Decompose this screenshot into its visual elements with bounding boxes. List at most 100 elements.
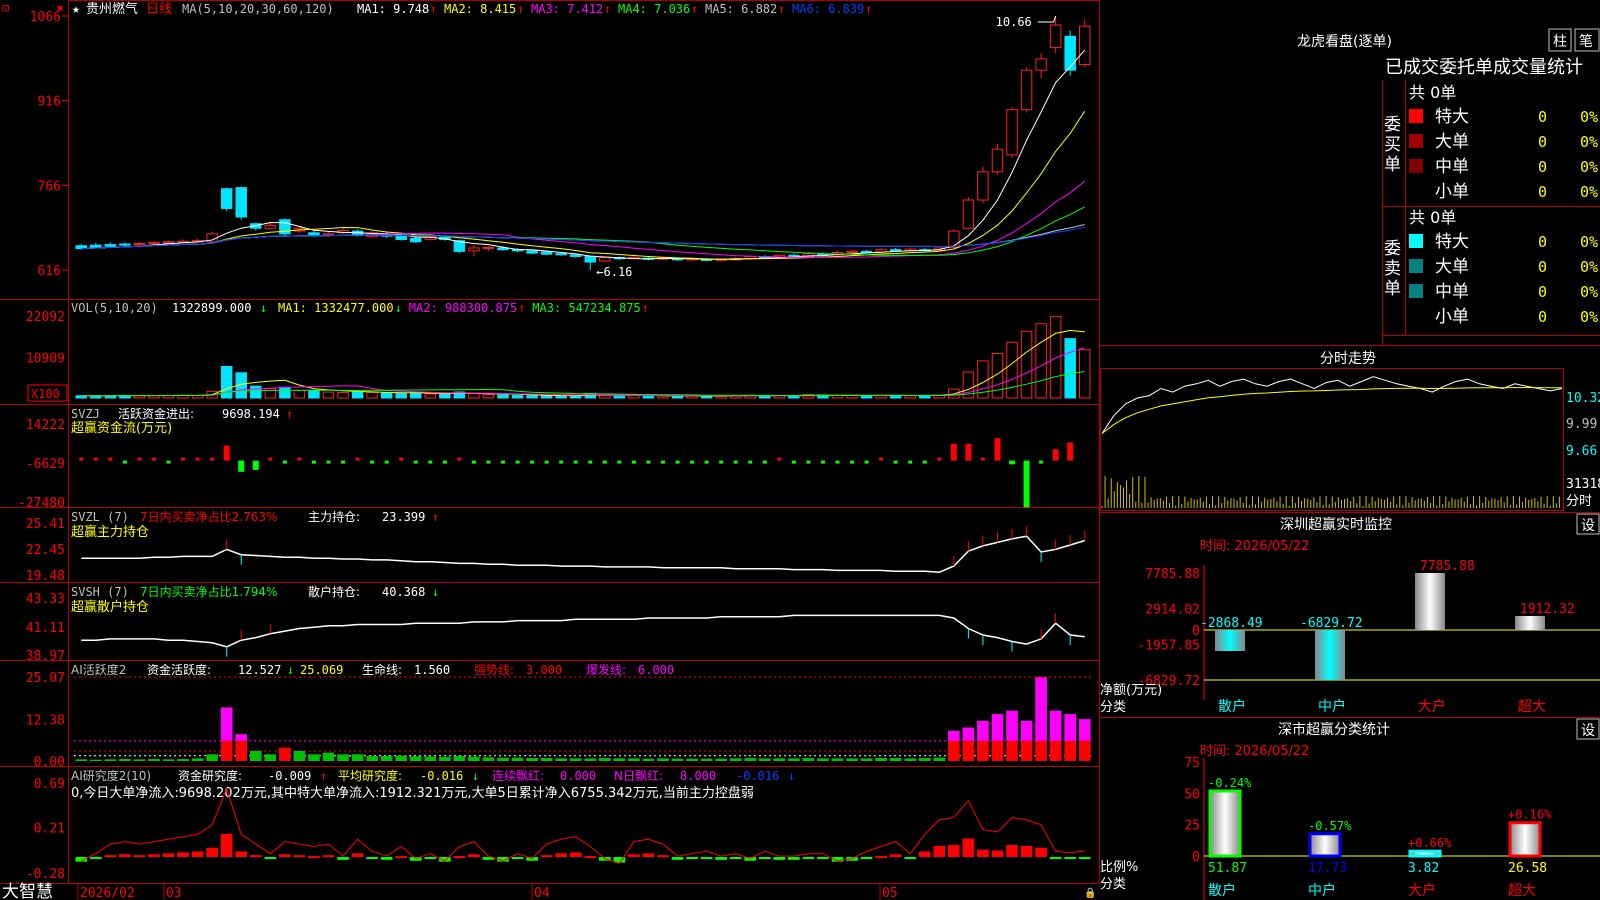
favorite-star-icon[interactable]: ★ <box>72 2 80 17</box>
holding-line <box>81 614 1085 648</box>
stat-change-label: -0.24% <box>1208 776 1252 790</box>
fund-flow-bar <box>675 460 680 464</box>
stat-bar <box>1508 821 1542 858</box>
ai-active-bar <box>206 754 218 761</box>
ai-active-bar <box>642 758 655 761</box>
stat-tick-label: 0 <box>1192 850 1200 865</box>
candle-body <box>1078 25 1091 66</box>
svzl-hold-value: 23.399 <box>382 510 425 524</box>
price-tick-label: 916 <box>38 95 61 110</box>
fund-flow-bar <box>399 457 404 461</box>
intraday-chart[interactable] <box>1101 376 1563 508</box>
sz-bar-label: -6829.72 <box>1300 616 1363 631</box>
ai-active-bar <box>540 757 553 761</box>
high-pointer <box>1037 15 1057 23</box>
ma-line <box>81 110 1086 260</box>
candle-body <box>599 257 611 262</box>
fund-flow-bar <box>137 457 142 461</box>
kline-main-chart[interactable]: ⊡ ✖ ★ 贵州燃气 日线 MA(5,10,20,30,60,120) MA1:… <box>0 0 1100 900</box>
ai-research-bar <box>628 854 640 858</box>
order-color-swatch <box>1409 109 1423 123</box>
ai-active-bar <box>482 757 495 761</box>
candle-body <box>962 199 975 229</box>
fund-flow-bar <box>370 460 375 464</box>
ai-research-label: 资金研究度: <box>178 768 242 783</box>
fund-flow-bar <box>471 460 476 464</box>
ai-active-bar <box>308 754 320 761</box>
dragon-title: 龙虎看盘(逐单) <box>1297 33 1392 50</box>
ai-active-bar <box>598 757 611 761</box>
ai-active-bar <box>686 758 698 761</box>
ai-active-bar-top <box>235 734 248 741</box>
stat-change-label: -0.57% <box>1308 819 1352 833</box>
ai-active-bar-top <box>1049 710 1062 741</box>
ai-active-bar <box>104 759 117 761</box>
order-color-swatch <box>1409 259 1423 273</box>
fund-flow-bar <box>311 460 316 464</box>
fund-flow-bar <box>777 457 782 461</box>
logo-icon[interactable]: ⊡ <box>2 1 9 15</box>
ai-research-bar <box>904 857 917 860</box>
ai-research-axis: 0.69 0.21 -0.28 <box>26 777 65 882</box>
svzl-name: SVZL (7) <box>71 510 129 524</box>
vol-value: 1322899.000 <box>172 301 251 315</box>
fund-flow-bar <box>965 443 972 461</box>
order-pct: 0% <box>1580 133 1598 151</box>
vol-axis: 22092 10909 <box>26 310 65 367</box>
lock-icon[interactable]: 🔒 <box>1084 887 1096 899</box>
fund-flow-bar <box>486 460 491 464</box>
ai-strong-label: 强势线: <box>474 663 514 677</box>
ai-active-bar <box>1020 740 1033 761</box>
fund-flow-bar <box>355 457 360 461</box>
volume-bar <box>337 391 349 399</box>
order-type-label: 中单 <box>1435 282 1469 302</box>
candle-body <box>119 243 131 246</box>
ai-active-v2: 25.069 <box>300 663 343 677</box>
candle-body <box>555 253 567 256</box>
ai-research-bar <box>89 857 102 860</box>
ai-active-bar <box>133 759 146 761</box>
sz-tick-label: 0 <box>1192 624 1200 639</box>
ai-research-bar <box>540 855 553 858</box>
fund-flow-bar <box>1052 449 1059 461</box>
fund-flow-bar <box>631 460 636 464</box>
ai-active-bar <box>744 757 757 761</box>
order-count: 0 <box>1538 108 1547 126</box>
air-tick-label: 0.69 <box>34 777 65 792</box>
right-panel: 龙虎看盘(逐单) 柱 笔 已成交委托单成交量统计 共 0单 共 0单 委买单 委… <box>1100 28 1600 900</box>
ai-active-bar <box>162 759 175 761</box>
high-price-label: 10.66 <box>996 15 1032 29</box>
ai-research-bar <box>133 855 146 858</box>
period-label[interactable]: 日线 <box>146 2 172 17</box>
ai-research-bar <box>453 856 466 859</box>
ai-research-arrow: ↑ <box>320 769 327 783</box>
ai-active-bar <box>918 757 931 761</box>
sz-net-chart: 7785.88 2914.02 0-1957.85 -6829.72 -2868.49 散… <box>1137 559 1600 715</box>
fund-flow-bar <box>573 460 578 464</box>
ai-research-bar <box>860 857 873 860</box>
svzj-axis: 14222 -6629 -27480 <box>18 418 65 511</box>
ai-active-bar <box>977 740 989 761</box>
sz-bar-label: 1912.32 <box>1520 602 1575 617</box>
ai-active-bar <box>380 755 393 761</box>
volume-bar <box>351 391 364 399</box>
fund-flow-bar <box>93 457 98 461</box>
fund-flow-bar <box>588 460 593 464</box>
sz-tick-label: 7785.88 <box>1145 567 1200 582</box>
stock-name: 贵州燃气 <box>86 1 138 17</box>
ai-active-bar <box>1078 740 1091 761</box>
volume-bar <box>1064 338 1076 399</box>
ai-active-bar <box>773 758 786 761</box>
line-tick-label: 25.41 <box>26 517 65 532</box>
ai-research-bar <box>511 857 524 860</box>
stat-category: 大户 <box>1408 882 1436 899</box>
bar-mode-label: 柱 <box>1553 34 1567 50</box>
ai-research-bar <box>657 855 669 858</box>
candle-body <box>846 250 858 254</box>
intraday-axis-label: 9.99 <box>1566 417 1597 432</box>
volume-bar <box>613 395 626 399</box>
svzj-sub: 超赢资金流(万元) <box>71 420 172 436</box>
ai-active-bar <box>700 758 713 761</box>
sz-category: 中户 <box>1318 698 1346 715</box>
ai-active-bar <box>555 758 568 761</box>
